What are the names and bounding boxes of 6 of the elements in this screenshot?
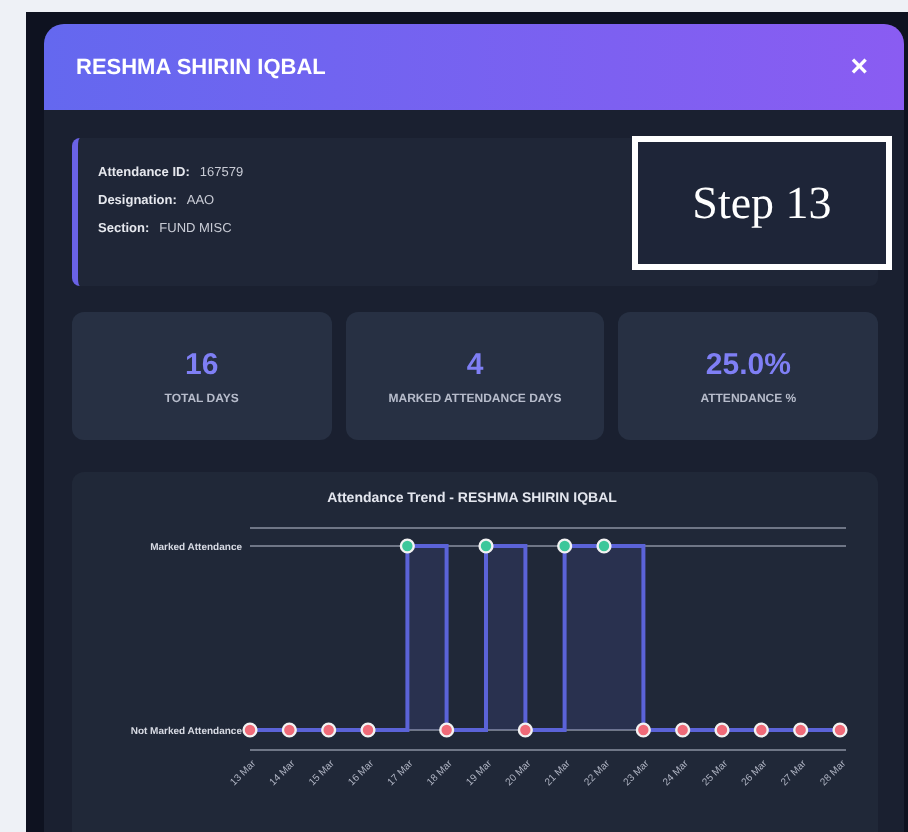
stat-value: 16	[184, 347, 219, 381]
stat-value: 25.0%	[705, 347, 791, 381]
stat-value: 4	[466, 347, 484, 381]
step-label: Step 13	[632, 136, 892, 270]
close-button[interactable]: ×	[846, 50, 872, 84]
modal-title: RESHMA SHIRIN IQBAL	[76, 55, 326, 79]
